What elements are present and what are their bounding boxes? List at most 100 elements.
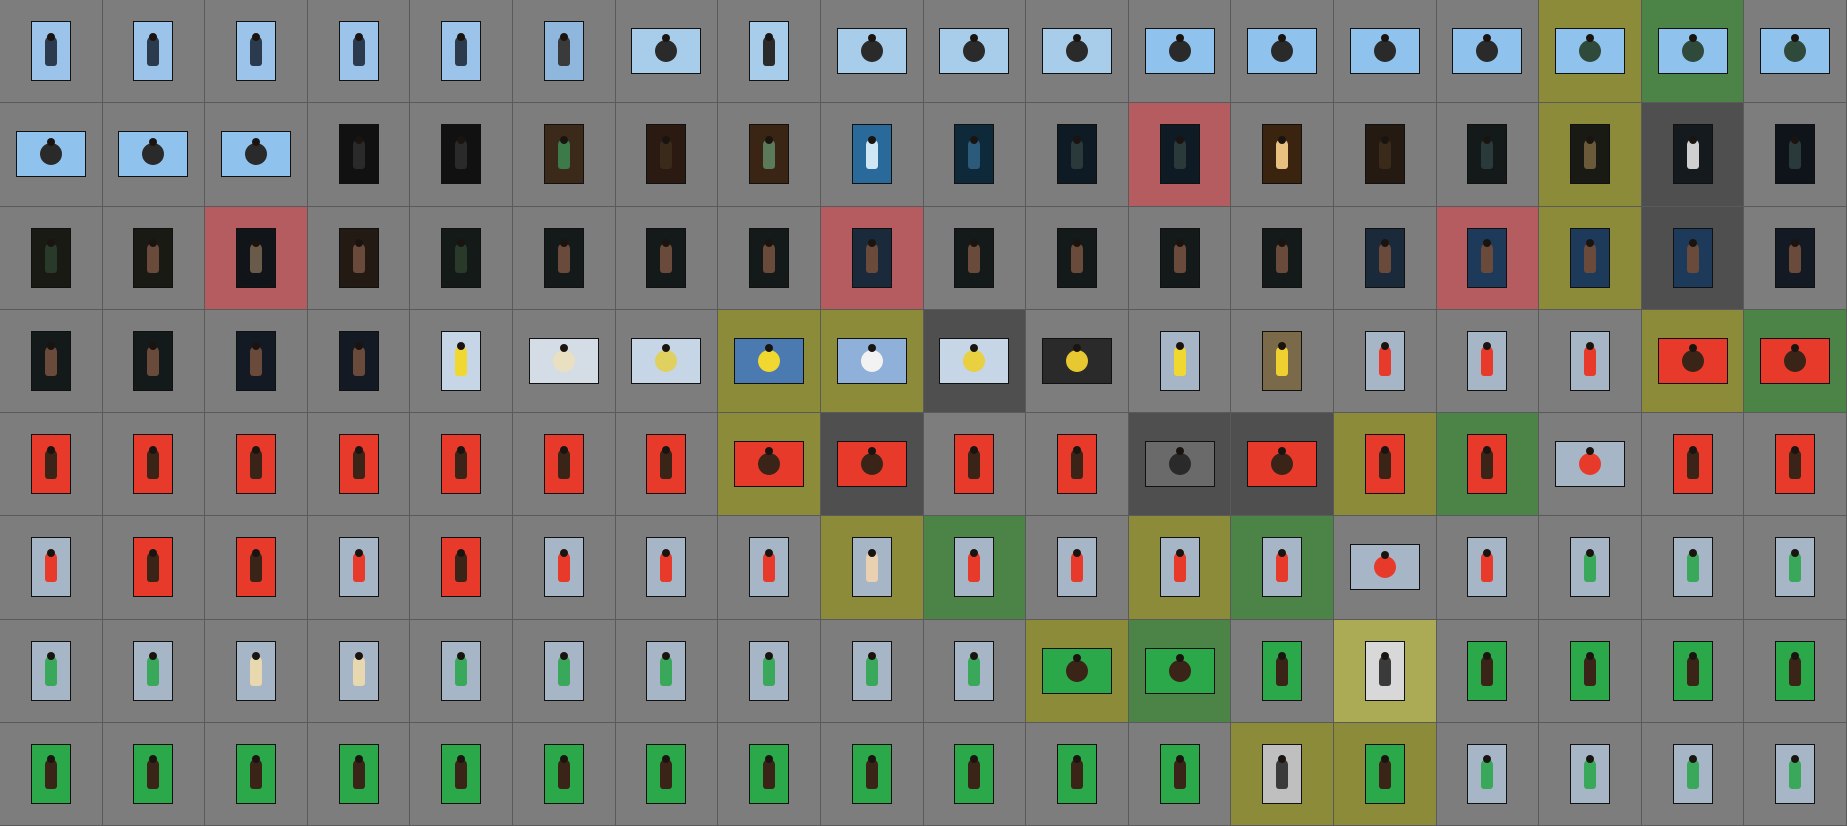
thumbnail-cell[interactable] bbox=[513, 206, 616, 310]
photo-thumbnail[interactable] bbox=[836, 337, 907, 384]
thumbnail-cell[interactable] bbox=[1641, 309, 1745, 413]
photo-thumbnail[interactable] bbox=[749, 124, 790, 185]
photo-thumbnail[interactable] bbox=[1056, 537, 1097, 598]
photo-thumbnail[interactable] bbox=[749, 743, 790, 804]
photo-thumbnail[interactable] bbox=[543, 743, 584, 804]
photo-thumbnail[interactable] bbox=[1262, 743, 1303, 804]
photo-thumbnail[interactable] bbox=[1159, 537, 1200, 598]
photo-thumbnail[interactable] bbox=[1467, 124, 1508, 185]
thumbnail-cell[interactable] bbox=[1333, 206, 1437, 310]
thumbnail-cell[interactable] bbox=[923, 722, 1027, 826]
thumbnail-cell[interactable] bbox=[0, 309, 103, 413]
thumbnail-cell[interactable] bbox=[0, 516, 103, 620]
thumbnail-cell[interactable] bbox=[1436, 722, 1540, 826]
thumbnail-cell[interactable] bbox=[1128, 0, 1232, 104]
thumbnail-cell[interactable] bbox=[1744, 0, 1847, 104]
photo-thumbnail[interactable] bbox=[1672, 227, 1713, 288]
thumbnail-cell[interactable] bbox=[513, 413, 616, 517]
photo-thumbnail[interactable] bbox=[1364, 640, 1405, 701]
photo-thumbnail[interactable] bbox=[441, 434, 482, 495]
photo-thumbnail[interactable] bbox=[133, 434, 174, 495]
thumbnail-cell[interactable] bbox=[820, 516, 924, 620]
thumbnail-cell[interactable] bbox=[1128, 309, 1232, 413]
photo-thumbnail[interactable] bbox=[1247, 28, 1318, 75]
thumbnail-cell[interactable] bbox=[410, 413, 514, 517]
thumbnail-cell[interactable] bbox=[1641, 413, 1745, 517]
photo-thumbnail[interactable] bbox=[734, 337, 805, 384]
thumbnail-cell[interactable] bbox=[102, 722, 206, 826]
photo-thumbnail[interactable] bbox=[30, 227, 71, 288]
thumbnail-cell[interactable] bbox=[205, 619, 308, 723]
thumbnail-cell[interactable] bbox=[410, 0, 514, 104]
thumbnail-cell[interactable] bbox=[1436, 0, 1540, 104]
thumbnail-cell[interactable] bbox=[718, 722, 821, 826]
photo-thumbnail[interactable] bbox=[1056, 434, 1097, 495]
thumbnail-cell[interactable] bbox=[1436, 309, 1540, 413]
thumbnail-cell[interactable] bbox=[102, 619, 206, 723]
thumbnail-cell[interactable] bbox=[102, 0, 206, 104]
photo-thumbnail[interactable] bbox=[30, 743, 71, 804]
photo-thumbnail[interactable] bbox=[338, 537, 379, 598]
photo-thumbnail[interactable] bbox=[1041, 28, 1112, 75]
thumbnail-cell[interactable] bbox=[1026, 0, 1129, 104]
photo-thumbnail[interactable] bbox=[954, 640, 995, 701]
thumbnail-cell[interactable] bbox=[1128, 516, 1232, 620]
thumbnail-cell[interactable] bbox=[1744, 103, 1847, 207]
thumbnail-cell[interactable] bbox=[615, 722, 719, 826]
thumbnail-cell[interactable] bbox=[1744, 722, 1847, 826]
thumbnail-cell[interactable] bbox=[1231, 722, 1334, 826]
photo-thumbnail[interactable] bbox=[646, 227, 687, 288]
thumbnail-cell[interactable] bbox=[205, 516, 308, 620]
photo-thumbnail[interactable] bbox=[338, 124, 379, 185]
photo-thumbnail[interactable] bbox=[236, 21, 277, 82]
thumbnail-cell[interactable] bbox=[410, 619, 514, 723]
thumbnail-cell[interactable] bbox=[820, 0, 924, 104]
thumbnail-cell[interactable] bbox=[718, 309, 821, 413]
photo-thumbnail[interactable] bbox=[1672, 124, 1713, 185]
photo-thumbnail[interactable] bbox=[1569, 743, 1610, 804]
photo-thumbnail[interactable] bbox=[1364, 124, 1405, 185]
thumbnail-cell[interactable] bbox=[307, 103, 411, 207]
photo-thumbnail[interactable] bbox=[236, 640, 277, 701]
thumbnail-cell[interactable] bbox=[307, 722, 411, 826]
thumbnail-cell[interactable] bbox=[307, 309, 411, 413]
thumbnail-cell[interactable] bbox=[1128, 619, 1232, 723]
thumbnail-cell[interactable] bbox=[102, 309, 206, 413]
photo-thumbnail[interactable] bbox=[1144, 28, 1215, 75]
thumbnail-cell[interactable] bbox=[615, 619, 719, 723]
thumbnail-cell[interactable] bbox=[513, 722, 616, 826]
thumbnail-cell[interactable] bbox=[205, 206, 308, 310]
thumbnail-cell[interactable] bbox=[820, 103, 924, 207]
photo-thumbnail[interactable] bbox=[1672, 537, 1713, 598]
thumbnail-cell[interactable] bbox=[615, 103, 719, 207]
thumbnail-cell[interactable] bbox=[1128, 413, 1232, 517]
thumbnail-cell[interactable] bbox=[1026, 619, 1129, 723]
photo-thumbnail[interactable] bbox=[133, 743, 174, 804]
photo-thumbnail[interactable] bbox=[1657, 28, 1728, 75]
photo-thumbnail[interactable] bbox=[441, 21, 482, 82]
photo-thumbnail[interactable] bbox=[543, 124, 584, 185]
thumbnail-cell[interactable] bbox=[1539, 309, 1642, 413]
photo-thumbnail[interactable] bbox=[954, 124, 995, 185]
photo-thumbnail[interactable] bbox=[1247, 441, 1318, 488]
thumbnail-cell[interactable] bbox=[1026, 309, 1129, 413]
thumbnail-cell[interactable] bbox=[205, 309, 308, 413]
thumbnail-cell[interactable] bbox=[923, 103, 1027, 207]
photo-thumbnail[interactable] bbox=[1775, 537, 1816, 598]
photo-thumbnail[interactable] bbox=[646, 537, 687, 598]
photo-thumbnail[interactable] bbox=[749, 640, 790, 701]
photo-thumbnail[interactable] bbox=[30, 21, 71, 82]
photo-thumbnail[interactable] bbox=[1262, 640, 1303, 701]
photo-thumbnail[interactable] bbox=[939, 28, 1010, 75]
photo-thumbnail[interactable] bbox=[734, 441, 805, 488]
thumbnail-cell[interactable] bbox=[1128, 722, 1232, 826]
thumbnail-cell[interactable] bbox=[307, 413, 411, 517]
thumbnail-cell[interactable] bbox=[307, 0, 411, 104]
photo-thumbnail[interactable] bbox=[133, 537, 174, 598]
photo-thumbnail[interactable] bbox=[1775, 434, 1816, 495]
thumbnail-cell[interactable] bbox=[923, 619, 1027, 723]
thumbnail-cell[interactable] bbox=[718, 206, 821, 310]
thumbnail-cell[interactable] bbox=[615, 206, 719, 310]
photo-thumbnail[interactable] bbox=[1452, 28, 1523, 75]
thumbnail-cell[interactable] bbox=[1128, 103, 1232, 207]
